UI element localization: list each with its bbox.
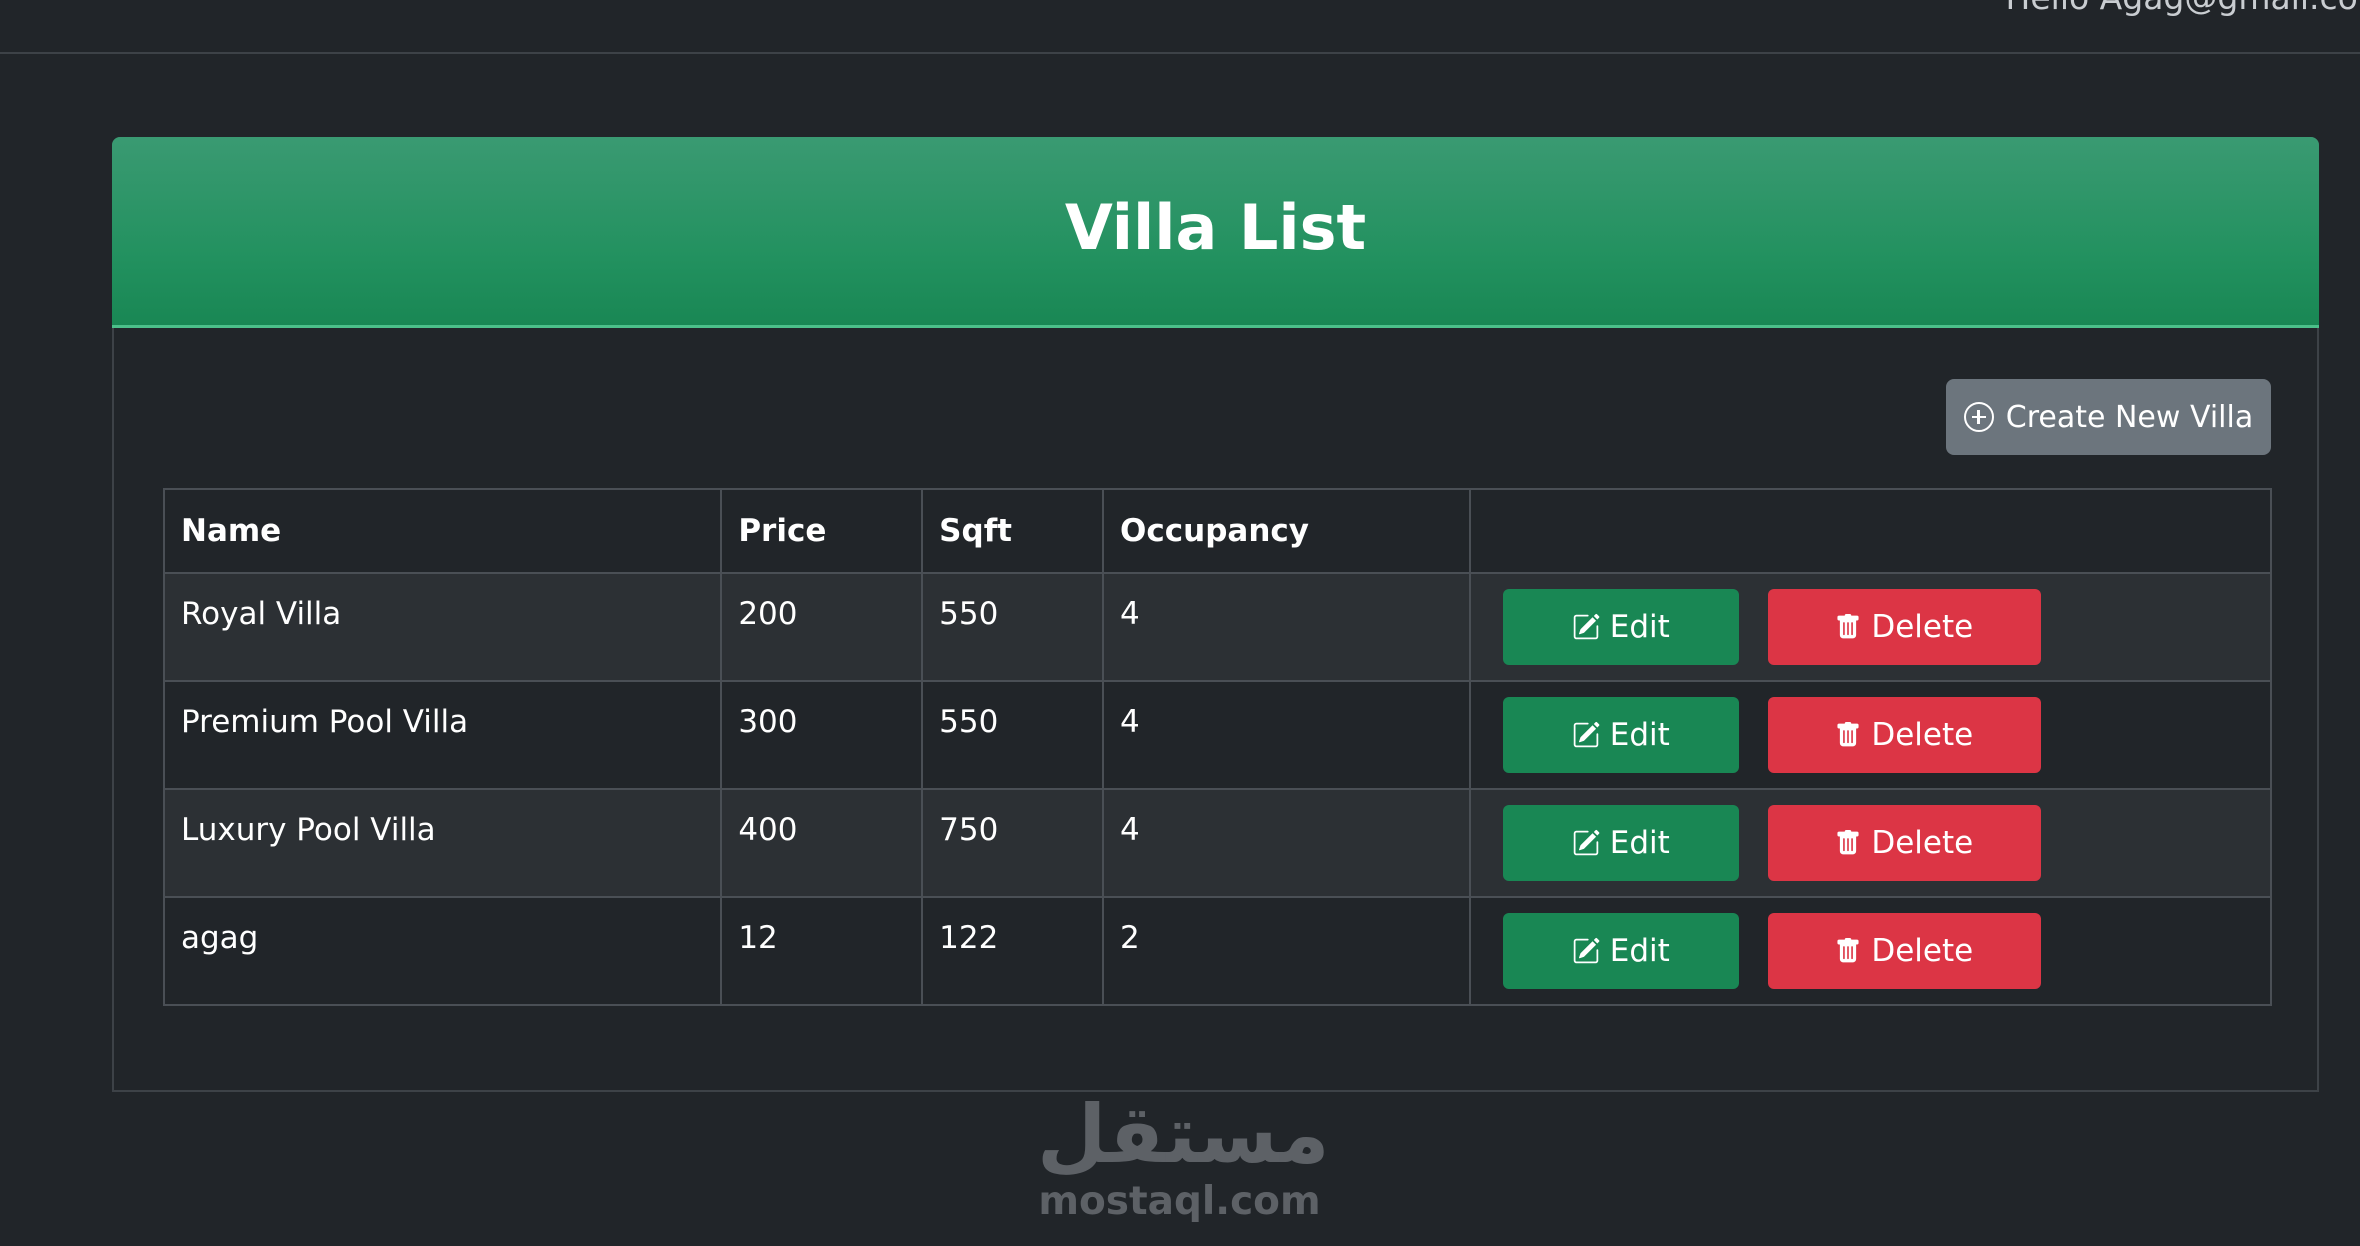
- villa-price-cell: 300: [720, 680, 924, 790]
- villa-actions-cell: Edit Delete: [1468, 788, 2273, 898]
- delete-button-label: Delete: [1871, 933, 1974, 969]
- villa-sqft-cell: 750: [921, 788, 1105, 898]
- villa-sqft-cell: 550: [921, 680, 1105, 790]
- column-header-actions: [1468, 488, 2273, 574]
- pencil-square-icon: [1572, 613, 1600, 641]
- edit-button-label: Edit: [1609, 933, 1670, 969]
- create-new-villa-label: Create New Villa: [2005, 399, 2254, 435]
- pencil-square-icon: [1572, 721, 1600, 749]
- villa-name-cell: Royal Villa: [162, 572, 723, 682]
- pencil-square-icon: [1572, 829, 1600, 857]
- villa-name-cell: agag: [162, 896, 723, 1006]
- edit-button[interactable]: Edit: [1502, 913, 1739, 989]
- villa-name-cell: Luxury Pool Villa: [162, 788, 723, 898]
- table-row: Premium Pool Villa 300 550 4 Edit Delete: [162, 680, 2273, 790]
- delete-button-label: Delete: [1871, 825, 1974, 861]
- villa-name-cell: Premium Pool Villa: [162, 680, 723, 790]
- watermark-arabic: مستقل: [1037, 1088, 1330, 1181]
- edit-button-label: Edit: [1609, 609, 1670, 645]
- table-header-row: Name Price Sqft Occupancy: [162, 488, 2273, 574]
- page-title: Villa List: [1064, 190, 1367, 264]
- villa-sqft-cell: 550: [921, 572, 1105, 682]
- card-header: Villa List: [112, 137, 2319, 328]
- villa-occupancy-cell: 4: [1102, 788, 1471, 898]
- villa-actions-cell: Edit Delete: [1468, 896, 2273, 1006]
- delete-button[interactable]: Delete: [1767, 913, 2041, 989]
- column-header-name: Name: [162, 488, 723, 574]
- pencil-square-icon: [1572, 937, 1600, 965]
- trash-icon: [1835, 721, 1861, 749]
- villa-occupancy-cell: 4: [1102, 680, 1471, 790]
- trash-icon: [1835, 937, 1861, 965]
- column-header-price: Price: [720, 488, 924, 574]
- watermark-latin: mostaql.com: [1038, 1179, 1321, 1224]
- villa-occupancy-cell: 4: [1102, 572, 1471, 682]
- create-new-villa-button[interactable]: Create New Villa: [1946, 379, 2271, 455]
- column-header-sqft: Sqft: [921, 488, 1105, 574]
- villa-sqft-cell: 122: [921, 896, 1105, 1006]
- top-navbar: Hello Agag@gmail.com: [0, 0, 2360, 54]
- plus-circle-icon: [1963, 402, 1994, 432]
- villa-actions-cell: Edit Delete: [1468, 680, 2273, 790]
- table-row: Royal Villa 200 550 4 Edit Delete: [162, 572, 2273, 682]
- villa-actions-cell: Edit Delete: [1468, 572, 2273, 682]
- villa-price-cell: 12: [720, 896, 924, 1006]
- delete-button[interactable]: Delete: [1767, 589, 2041, 665]
- villa-table: Name Price Sqft Occupancy Royal Villa 20…: [162, 488, 2273, 1006]
- villa-list-card: Villa List Create New Villa Name Price S…: [112, 137, 2319, 1092]
- edit-button-label: Edit: [1609, 825, 1670, 861]
- villa-occupancy-cell: 2: [1102, 896, 1471, 1006]
- mostaql-watermark: مستقل mostaql.com: [1037, 1088, 1330, 1224]
- edit-button[interactable]: Edit: [1502, 805, 1739, 881]
- trash-icon: [1835, 613, 1861, 641]
- column-header-occupancy: Occupancy: [1102, 488, 1471, 574]
- delete-button-label: Delete: [1871, 717, 1974, 753]
- villa-price-cell: 200: [720, 572, 924, 682]
- delete-button[interactable]: Delete: [1767, 697, 2041, 773]
- edit-button-label: Edit: [1609, 717, 1670, 753]
- delete-button[interactable]: Delete: [1767, 805, 2041, 881]
- villa-price-cell: 400: [720, 788, 924, 898]
- table-row: agag 12 122 2 Edit Delete: [162, 896, 2273, 1006]
- trash-icon: [1835, 829, 1861, 857]
- delete-button-label: Delete: [1871, 609, 1974, 645]
- table-row: Luxury Pool Villa 400 750 4 Edit Delete: [162, 788, 2273, 898]
- edit-button[interactable]: Edit: [1502, 589, 1739, 665]
- user-greeting[interactable]: Hello Agag@gmail.com: [2006, 0, 2360, 17]
- edit-button[interactable]: Edit: [1502, 697, 1739, 773]
